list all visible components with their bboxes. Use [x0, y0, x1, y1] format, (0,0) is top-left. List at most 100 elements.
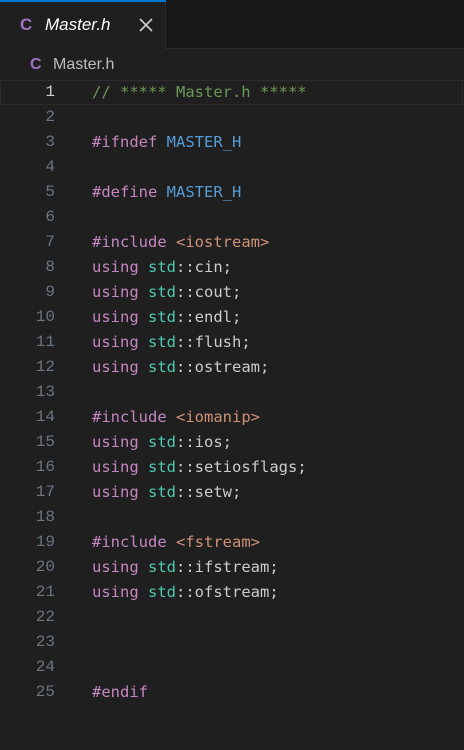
code-line[interactable]: 21 using std::ofstream; — [0, 580, 464, 605]
line-code: #ifndef MASTER_H — [92, 133, 241, 151]
breadcrumb-file[interactable]: Master.h — [53, 56, 114, 74]
close-icon[interactable] — [136, 15, 156, 35]
code-line[interactable]: 24 — [0, 655, 464, 680]
code-line[interactable]: 25 #endif — [0, 680, 464, 705]
code-token: ::flush; — [176, 333, 251, 351]
code-token: std — [148, 483, 177, 501]
line-code: #include <fstream> — [92, 533, 260, 551]
c-file-icon: C — [30, 56, 42, 73]
line-number: 18 — [35, 508, 55, 526]
line-number: 22 — [35, 608, 55, 626]
code-line[interactable]: 23 — [0, 630, 464, 655]
code-token: using — [92, 258, 139, 276]
code-token: std — [148, 283, 177, 301]
line-number: 13 — [35, 383, 55, 401]
line-code: using std::ios; — [92, 433, 232, 451]
c-file-icon: C — [20, 15, 33, 34]
code-line[interactable]: 1 // ***** Master.h ***** — [0, 80, 463, 105]
code-token: using — [92, 283, 139, 301]
code-line[interactable]: 16 using std::setiosflags; — [0, 455, 464, 480]
code-line[interactable]: 5 #define MASTER_H — [0, 180, 464, 205]
line-number: 14 — [35, 408, 55, 426]
code-token: std — [148, 258, 177, 276]
line-code: using std::endl; — [92, 308, 241, 326]
line-code: // ***** Master.h ***** — [92, 83, 307, 101]
line-code: using std::ostream; — [92, 358, 269, 376]
code-line[interactable]: 14 #include <iomanip> — [0, 405, 464, 430]
line-number: 12 — [35, 358, 55, 376]
code-line[interactable]: 22 — [0, 605, 464, 630]
line-number: 23 — [35, 633, 55, 651]
code-token: std — [148, 433, 177, 451]
line-code: using std::cin; — [92, 258, 232, 276]
code-token: std — [148, 308, 177, 326]
code-token: ::ifstream; — [176, 558, 279, 576]
code-line[interactable]: 11 using std::flush; — [0, 330, 464, 355]
line-number: 11 — [35, 333, 55, 351]
line-number: 5 — [45, 183, 55, 201]
code-token: ::setw; — [176, 483, 242, 501]
code-line[interactable]: 7 #include <iostream> — [0, 230, 464, 255]
code-token: ::endl; — [176, 308, 242, 326]
code-token: <fstream> — [176, 533, 260, 551]
line-code: using std::setw; — [92, 483, 241, 501]
line-number: 9 — [45, 283, 55, 301]
code-token: std — [148, 358, 177, 376]
active-tab-indicator — [0, 0, 166, 2]
line-number: 17 — [35, 483, 55, 501]
code-line[interactable]: 19 #include <fstream> — [0, 530, 464, 555]
line-code: using std::cout; — [92, 283, 241, 301]
code-token: <iomanip> — [176, 408, 260, 426]
line-code: #endif — [92, 683, 148, 701]
code-token: #define — [92, 183, 158, 201]
code-token: ::ostream; — [176, 358, 270, 376]
code-line[interactable]: 18 — [0, 505, 464, 530]
line-code: #include <iostream> — [92, 233, 269, 251]
code-line[interactable]: 2 — [0, 105, 464, 130]
line-number: 2 — [45, 108, 55, 126]
code-token: using — [92, 458, 139, 476]
code-line[interactable]: 9 using std::cout; — [0, 280, 464, 305]
code-token: std — [148, 583, 177, 601]
code-line[interactable]: 15 using std::ios; — [0, 430, 464, 455]
code-token: ::ofstream; — [176, 583, 279, 601]
line-code: using std::setiosflags; — [92, 458, 307, 476]
line-code: using std::flush; — [92, 333, 251, 351]
code-line[interactable]: 12 using std::ostream; — [0, 355, 464, 380]
line-number: 6 — [45, 208, 55, 226]
breadcrumb: C Master.h — [0, 50, 464, 80]
code-token: ::setiosflags; — [176, 458, 307, 476]
code-line[interactable]: 10 using std::endl; — [0, 305, 464, 330]
tab-title[interactable]: Master.h — [45, 15, 111, 35]
code-token: #endif — [92, 683, 148, 701]
code-token: ::cout; — [176, 283, 242, 301]
code-token: using — [92, 308, 139, 326]
line-number: 7 — [45, 233, 55, 251]
code-editor[interactable]: 1// ***** Master.h ***** 2 3 #ifndef MASTER… — [0, 80, 464, 750]
code-line[interactable]: 6 — [0, 205, 464, 230]
line-number: 21 — [35, 583, 55, 601]
code-line[interactable]: 13 — [0, 380, 464, 405]
code-line[interactable]: 8 using std::cin; — [0, 255, 464, 280]
code-token: ::cin; — [176, 258, 233, 276]
code-line[interactable]: 4 — [0, 155, 464, 180]
code-token: MASTER_H — [166, 133, 242, 151]
code-token: #include — [92, 233, 167, 251]
line-code: using std::ofstream; — [92, 583, 279, 601]
code-token: using — [92, 483, 139, 501]
tab-master-h[interactable]: C Master.h — [0, 0, 166, 49]
code-line[interactable]: 17 using std::setw; — [0, 480, 464, 505]
code-line[interactable]: 3 #ifndef MASTER_H — [0, 130, 464, 155]
code-line[interactable]: 20 using std::ifstream; — [0, 555, 464, 580]
code-token: using — [92, 358, 139, 376]
